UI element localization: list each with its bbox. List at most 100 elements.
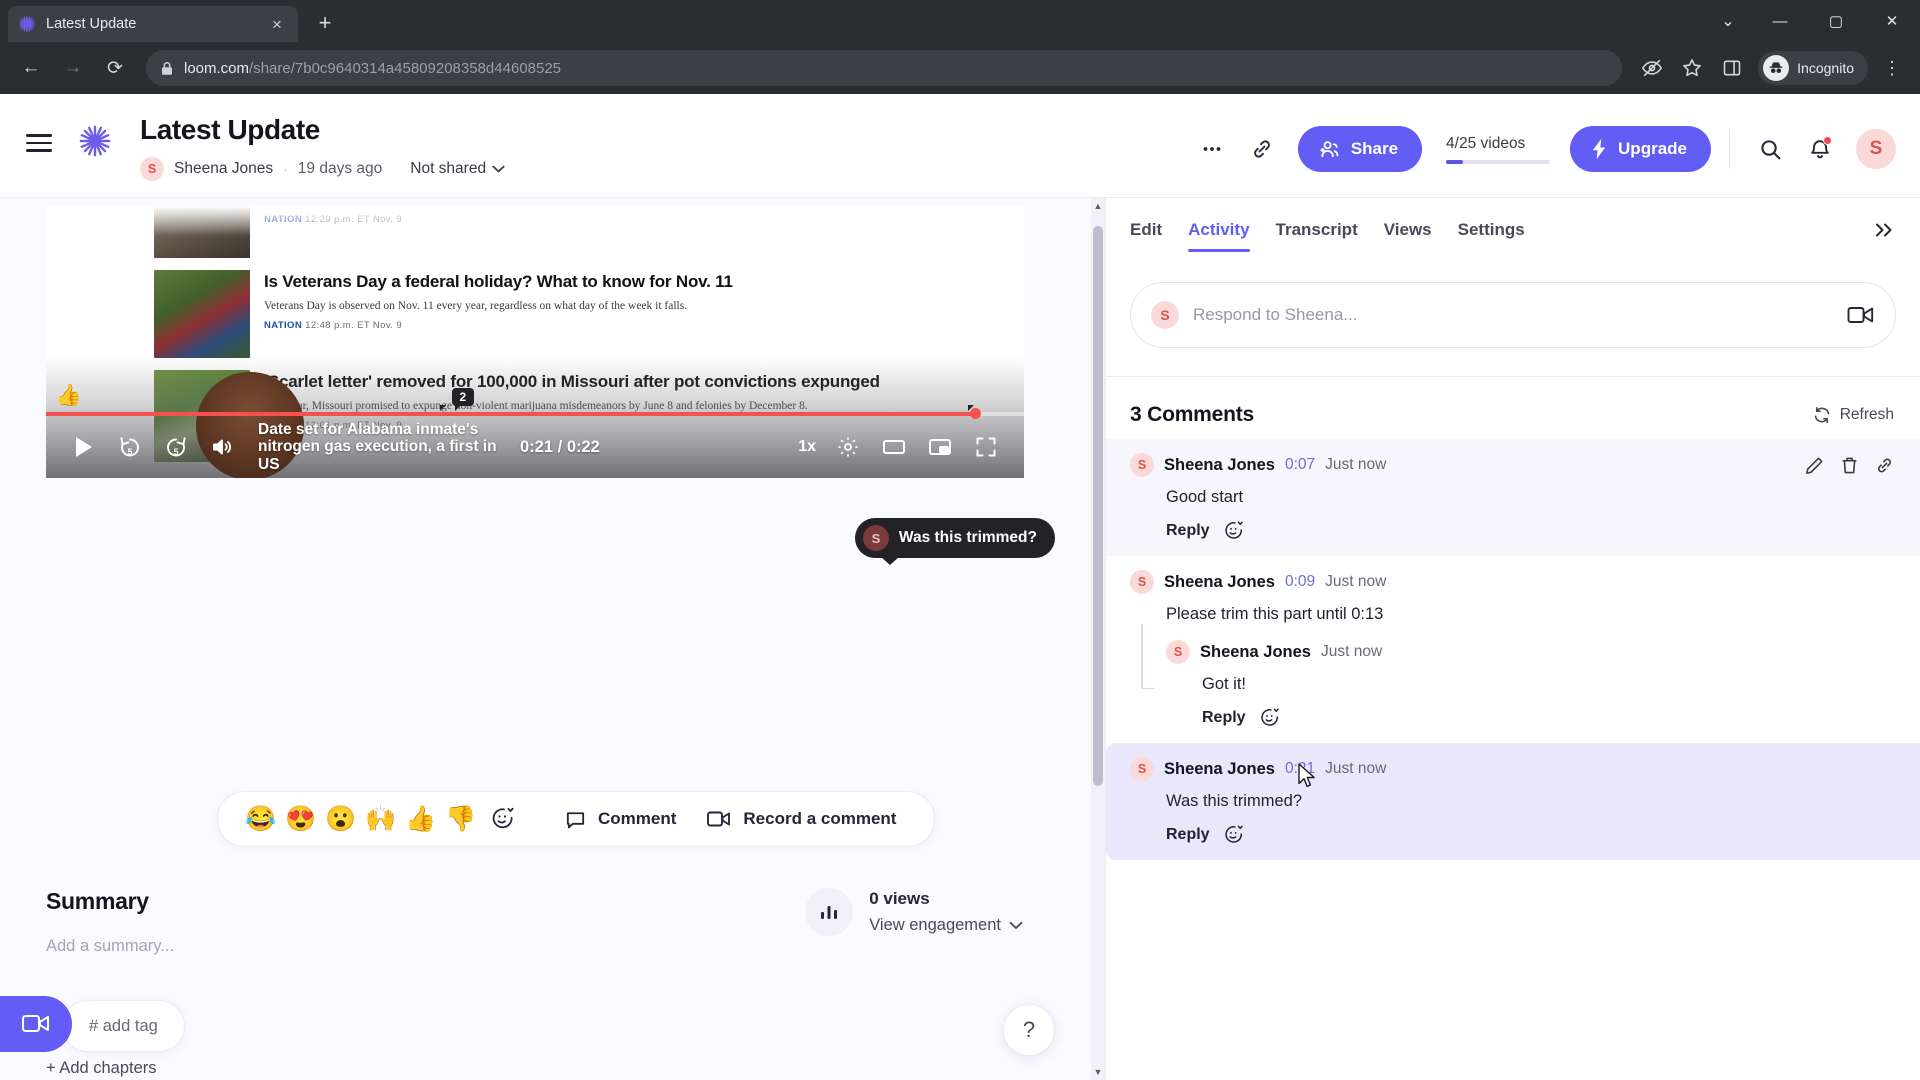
add-chapters-button[interactable]: + Add chapters: [46, 1059, 1026, 1078]
address-bar[interactable]: loom.com/share/7b0c9640314a45809208358d4…: [146, 50, 1623, 86]
add-tag-button[interactable]: # add tag: [62, 1000, 185, 1052]
theater-mode-icon[interactable]: [874, 427, 914, 467]
comment-tooltip[interactable]: S Was this trimmed?: [854, 518, 1055, 565]
hamburger-menu-icon[interactable]: [26, 126, 60, 160]
summary-input[interactable]: Add a summary...: [46, 937, 1026, 956]
comment-header: S Sheena Jones 0:21 Just now: [1130, 757, 1894, 781]
comment-marker-count[interactable]: 2: [451, 388, 474, 411]
add-reaction-icon[interactable]: [1259, 707, 1281, 729]
app-header: Latest Update S Sheena Jones · 19 days a…: [0, 94, 1920, 198]
playback-speed-button[interactable]: 1x: [792, 438, 822, 456]
add-reaction-icon[interactable]: [1223, 520, 1245, 542]
tab-settings[interactable]: Settings: [1458, 220, 1525, 252]
reaction-thumbs-down-icon[interactable]: 👎: [442, 799, 480, 839]
search-icon[interactable]: [1748, 127, 1792, 171]
comment-item-selected[interactable]: S Sheena Jones 0:21 Just now Was this tr…: [1106, 743, 1920, 860]
record-comment-label: Record a comment: [743, 809, 897, 828]
browser-tab[interactable]: Latest Update ×: [8, 6, 298, 42]
minimize-button[interactable]: —: [1752, 0, 1808, 42]
chevron-double-right-icon[interactable]: [1874, 221, 1896, 251]
upgrade-button[interactable]: Upgrade: [1570, 126, 1711, 172]
side-panel-icon[interactable]: [1714, 50, 1750, 86]
close-icon[interactable]: ×: [266, 13, 288, 35]
volume-icon[interactable]: [202, 427, 242, 467]
reaction-thumbs-up-icon[interactable]: 👍: [402, 799, 440, 839]
video-player[interactable]: NATION 12:29 p.m. ET Nov. 9 Is Veterans …: [46, 206, 1024, 478]
help-button[interactable]: ?: [1003, 1004, 1055, 1056]
edit-icon[interactable]: [1805, 456, 1824, 475]
reaction-heart-eyes-icon[interactable]: 😍: [282, 799, 320, 839]
delete-icon[interactable]: [1840, 456, 1859, 475]
reaction-marker[interactable]: 👍: [56, 385, 82, 406]
comment-item[interactable]: S Sheena Jones 0:07 Just now Good start …: [1106, 439, 1920, 556]
bookmark-star-icon[interactable]: [1674, 50, 1710, 86]
chevron-down-icon[interactable]: ⌄: [1704, 0, 1752, 42]
comment-timecode[interactable]: 0:21: [1285, 760, 1315, 778]
comment-timecode[interactable]: 0:07: [1285, 456, 1315, 474]
scrollbar-thumb[interactable]: [1093, 226, 1103, 786]
back-button[interactable]: ←: [12, 49, 50, 87]
share-people-icon: [1318, 138, 1341, 161]
comment-item[interactable]: S Sheena Jones 0:09 Just now Please trim…: [1106, 556, 1920, 743]
reply-button[interactable]: Reply: [1166, 826, 1210, 844]
reload-button[interactable]: ⟳: [96, 49, 134, 87]
avatar: S: [1151, 301, 1179, 329]
kebab-menu-icon[interactable]: ⋮: [1876, 50, 1908, 86]
respond-input-box[interactable]: S Respond to Sheena...: [1130, 282, 1896, 348]
copy-link-icon[interactable]: [1240, 127, 1284, 171]
scroll-down-icon[interactable]: ▼: [1091, 1064, 1105, 1080]
forward-button[interactable]: →: [54, 49, 92, 87]
gear-icon[interactable]: [828, 427, 868, 467]
picture-in-picture-icon[interactable]: [920, 427, 960, 467]
record-video-fab[interactable]: [0, 996, 72, 1052]
maximize-button[interactable]: ▢: [1808, 0, 1864, 42]
comment-header: S Sheena Jones 0:07 Just now: [1130, 453, 1894, 477]
bell-icon[interactable]: [1798, 127, 1842, 171]
reaction-raised-hands-icon[interactable]: 🙌: [362, 799, 400, 839]
avatar: S: [1130, 757, 1154, 781]
loom-logo-icon[interactable]: [78, 124, 112, 158]
tab-transcript[interactable]: Transcript: [1276, 220, 1358, 252]
reaction-laugh-icon[interactable]: 😂: [242, 799, 280, 839]
comment-footer: Reply: [1130, 824, 1894, 846]
record-comment-button[interactable]: Record a comment: [692, 808, 910, 830]
comment-header: S Sheena Jones 0:09 Just now: [1130, 570, 1894, 594]
forward-5-icon[interactable]: 5: [156, 427, 196, 467]
chevron-down-icon: [492, 165, 505, 173]
scroll-up-icon[interactable]: ▲: [1091, 198, 1105, 214]
videos-quota[interactable]: 4/25 videos: [1446, 135, 1551, 164]
fullscreen-icon[interactable]: [966, 427, 1006, 467]
progress-played: [46, 412, 976, 416]
comment-button[interactable]: Comment: [550, 808, 690, 831]
share-state-dropdown[interactable]: Not shared: [410, 160, 505, 178]
tab-edit[interactable]: Edit: [1130, 220, 1162, 252]
tab-views[interactable]: Views: [1384, 220, 1432, 252]
window-close-button[interactable]: ✕: [1864, 0, 1920, 42]
author-name: Sheena Jones: [174, 160, 274, 177]
reply-button[interactable]: Reply: [1202, 709, 1246, 727]
url-domain: loom.com: [184, 59, 250, 77]
rewind-5-icon[interactable]: 5: [110, 427, 150, 467]
eye-off-icon[interactable]: [1634, 50, 1670, 86]
share-button[interactable]: Share: [1297, 126, 1423, 172]
add-reaction-icon[interactable]: [482, 799, 524, 839]
view-engagement-button[interactable]: View engagement: [869, 916, 1023, 935]
comment-timecode[interactable]: 0:09: [1285, 573, 1315, 591]
tab-activity[interactable]: Activity: [1188, 220, 1250, 252]
left-scroll-area: NATION 12:29 p.m. ET Nov. 9 Is Veterans …: [0, 198, 1093, 1080]
link-icon[interactable]: [1875, 456, 1894, 475]
play-icon[interactable]: [64, 427, 104, 467]
refresh-button[interactable]: Refresh: [1813, 406, 1894, 424]
respond-input[interactable]: Respond to Sheena...: [1193, 305, 1833, 325]
page-title: Latest Update: [140, 114, 320, 145]
sidebar-tabs: Edit Activity Transcript Views Settings: [1106, 198, 1920, 252]
video-camera-icon[interactable]: [1847, 304, 1875, 326]
reaction-surprised-icon[interactable]: 😮: [322, 799, 360, 839]
left-scrollbar[interactable]: ▲ ▼: [1091, 198, 1105, 1080]
add-reaction-icon[interactable]: [1223, 824, 1245, 846]
more-options-icon[interactable]: [1190, 127, 1234, 171]
new-tab-button[interactable]: +: [308, 6, 342, 40]
profile-incognito-button[interactable]: Incognito: [1758, 51, 1868, 85]
avatar[interactable]: S: [1856, 129, 1896, 169]
reply-button[interactable]: Reply: [1166, 522, 1210, 540]
